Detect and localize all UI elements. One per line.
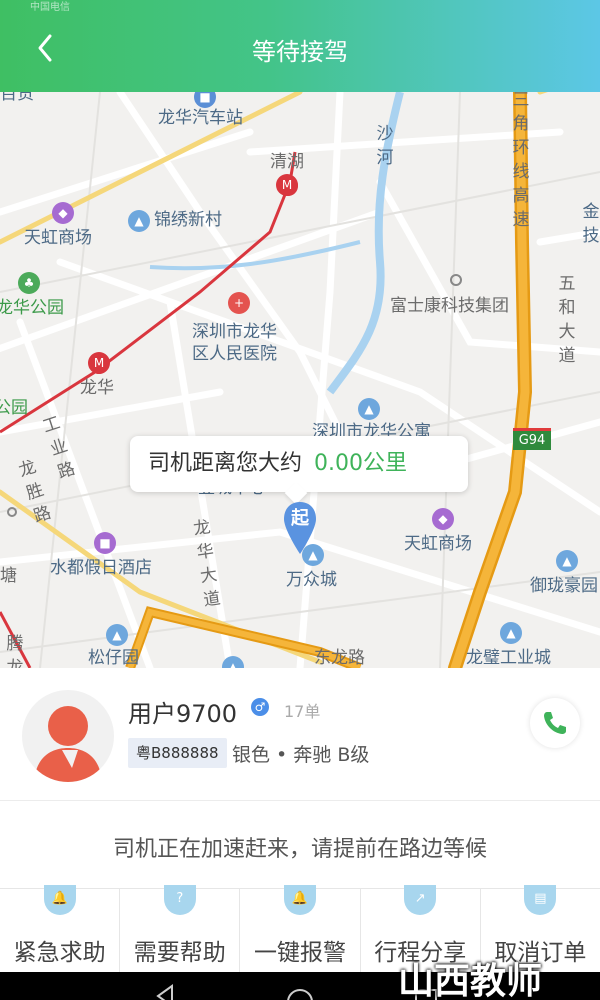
map-label: 天虹商场 <box>404 534 472 554</box>
map-label: 龙华公园 <box>0 298 64 318</box>
park-icon: ♣ <box>18 272 40 294</box>
distance-value: 0.00公里 <box>314 451 408 476</box>
map-label: 松仔园 <box>88 648 139 668</box>
driver-card: 用户9700 ♂ 17单 粤B888888 银色 • 奔驰 B级 <box>0 668 600 800</box>
avatar <box>22 690 114 782</box>
question-icon: ? <box>163 885 196 915</box>
emergency-help-button[interactable]: 🔔 紧急求助 <box>0 885 121 972</box>
nav-home-icon[interactable] <box>284 972 316 1000</box>
waiting-notice: 司机正在加速赶来，请提前在路边等候 <box>112 837 487 862</box>
share-icon: ↗ <box>404 885 437 915</box>
map-label: 金技 <box>582 202 600 246</box>
map-label: 东龙路 <box>314 648 365 668</box>
pickup-pin-label: 起 <box>291 508 309 529</box>
map-label: 深圳市龙华 <box>192 322 277 342</box>
map-label: 公园 <box>0 398 28 418</box>
map-label: 百货 <box>0 92 34 104</box>
shopping-icon: ◆ <box>52 202 74 224</box>
action-label: 需要帮助 <box>133 940 226 966</box>
map-label: 清湖 <box>270 152 304 172</box>
phone-icon <box>544 712 566 734</box>
hotel-icon: ■ <box>94 532 116 554</box>
map-label: 区人民医院 <box>192 344 277 364</box>
driver-name: 用户9700 <box>128 700 238 728</box>
residence-icon: ▲ <box>556 550 578 572</box>
map-label: 龙华汽车站 <box>158 108 243 128</box>
map-view[interactable]: ■ ◆ ▲ ♣ + M M ▲ ◆ ■ ▲ ▲ ▲ ▲ ▲ 百货 龙华汽车站 清… <box>0 92 600 668</box>
action-label: 一键报警 <box>254 940 346 966</box>
map-label: 万众城 <box>286 570 337 590</box>
nav-back-icon[interactable] <box>150 972 180 1000</box>
map-label: 沙河 <box>376 124 394 168</box>
metro-station-icon: M <box>88 352 110 374</box>
car-info: 银色 • 奔驰 B级 <box>232 744 370 766</box>
distance-label: 司机距离您大约 <box>148 451 303 476</box>
action-label: 紧急求助 <box>13 940 106 966</box>
map-label: 五和大道 <box>558 274 576 366</box>
one-tap-alarm-button[interactable]: 🔔 一键报警 <box>240 885 361 972</box>
building-icon: ▲ <box>500 622 522 644</box>
watermark-logo: 山西教师 <box>398 961 543 1000</box>
map-label: 腾龙 <box>6 634 24 668</box>
distance-bubble: 司机距离您大约 0.00公里 <box>130 436 468 492</box>
hospital-icon: + <box>228 292 250 314</box>
map-label: 龙璧工业城 <box>466 648 551 668</box>
page-title: 等待接驾 <box>252 38 348 66</box>
map-label: 水都假日酒店 <box>50 558 152 578</box>
shopping-icon: ◆ <box>432 508 454 530</box>
notice-bar: 司机正在加速赶来，请提前在路边等候 <box>0 800 600 888</box>
need-help-button[interactable]: ? 需要帮助 <box>120 885 241 972</box>
call-driver-button[interactable] <box>530 698 580 748</box>
map-label: 锦绣新村 <box>154 210 222 230</box>
status-bar-carrier: 中国电信 <box>30 2 70 13</box>
metro-station-icon: M <box>276 174 298 196</box>
map-label: 御珑豪园 <box>530 576 598 596</box>
driver-avatar-icon <box>34 706 102 782</box>
app-header: 中国电信 等待接驾 <box>0 0 600 92</box>
alarm-icon: 🔔 <box>284 885 316 915</box>
map-label: 天虹商场 <box>24 228 92 248</box>
map-label: 富士康科技集团 <box>390 296 509 316</box>
order-count: 17单 <box>284 702 321 721</box>
building-icon: ▲ <box>358 398 380 420</box>
map-label: 三角环线高速 <box>512 92 530 230</box>
cancel-order-icon: ▤ <box>524 885 557 915</box>
residence-icon: ▲ <box>106 624 128 646</box>
highway-shield: G94 <box>513 428 551 450</box>
map-label: 龙华 <box>80 378 114 398</box>
bell-icon: 🔔 <box>43 885 76 915</box>
male-gender-icon: ♂ <box>251 698 269 716</box>
license-plate: 粤B888888 <box>128 738 227 768</box>
map-label: 塘 <box>0 566 17 586</box>
residence-icon: ▲ <box>128 210 150 232</box>
